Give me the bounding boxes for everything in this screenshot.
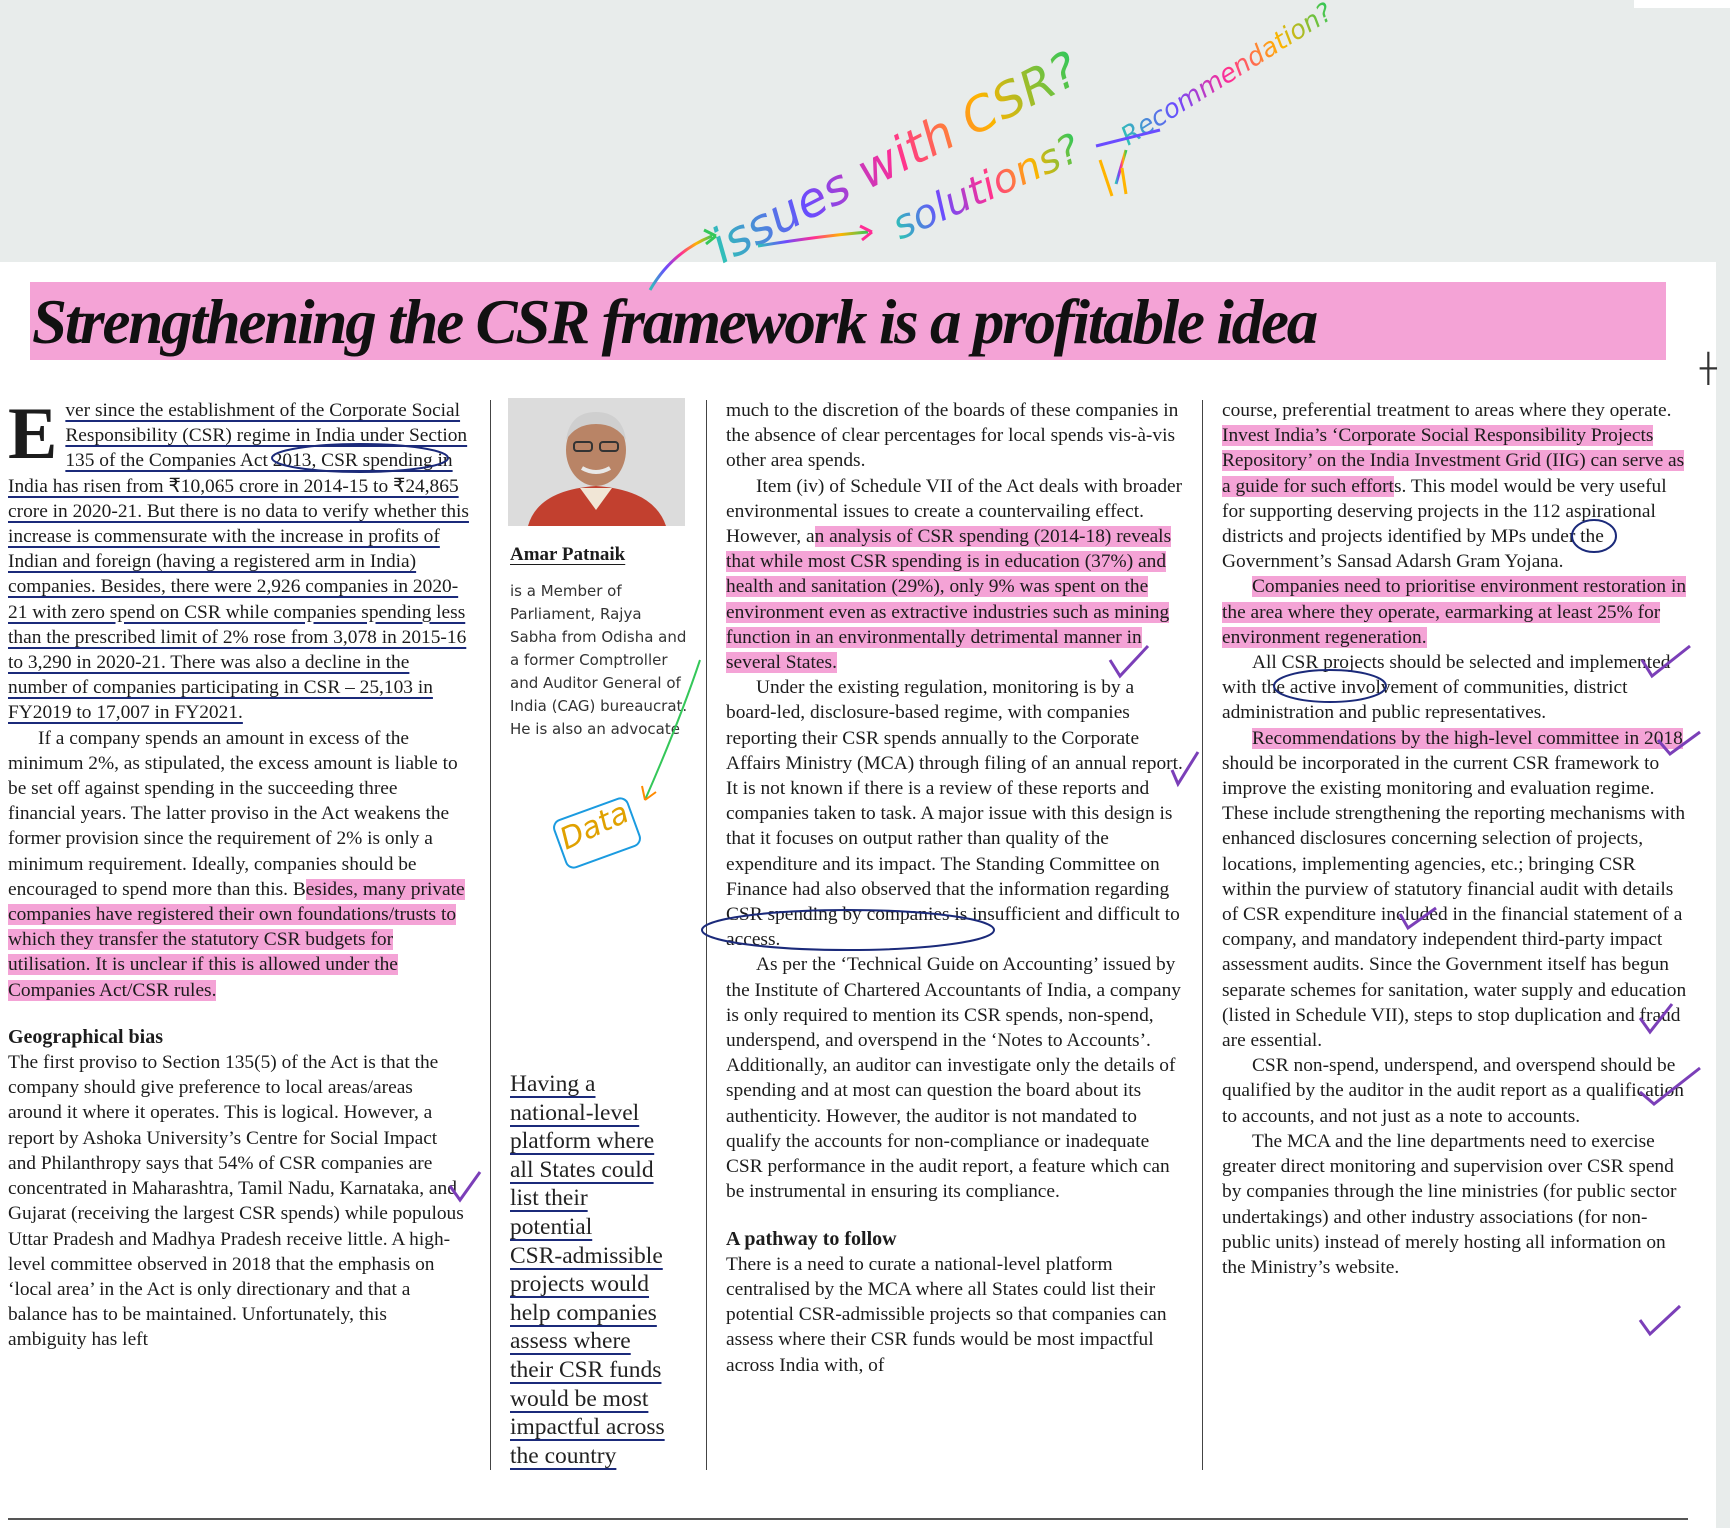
- arrow-stroke: [644, 659, 701, 801]
- handwritten-annotations: issues with CSR? solutions? Recommendati…: [271, 0, 1701, 1337]
- annotation-recommendation: Recommendation?: [1116, 0, 1339, 152]
- annotation-data: Data: [555, 795, 635, 857]
- circled-marks: [271, 443, 1617, 951]
- arrow-stroke: [648, 234, 713, 291]
- checkmarks: [448, 644, 1701, 1337]
